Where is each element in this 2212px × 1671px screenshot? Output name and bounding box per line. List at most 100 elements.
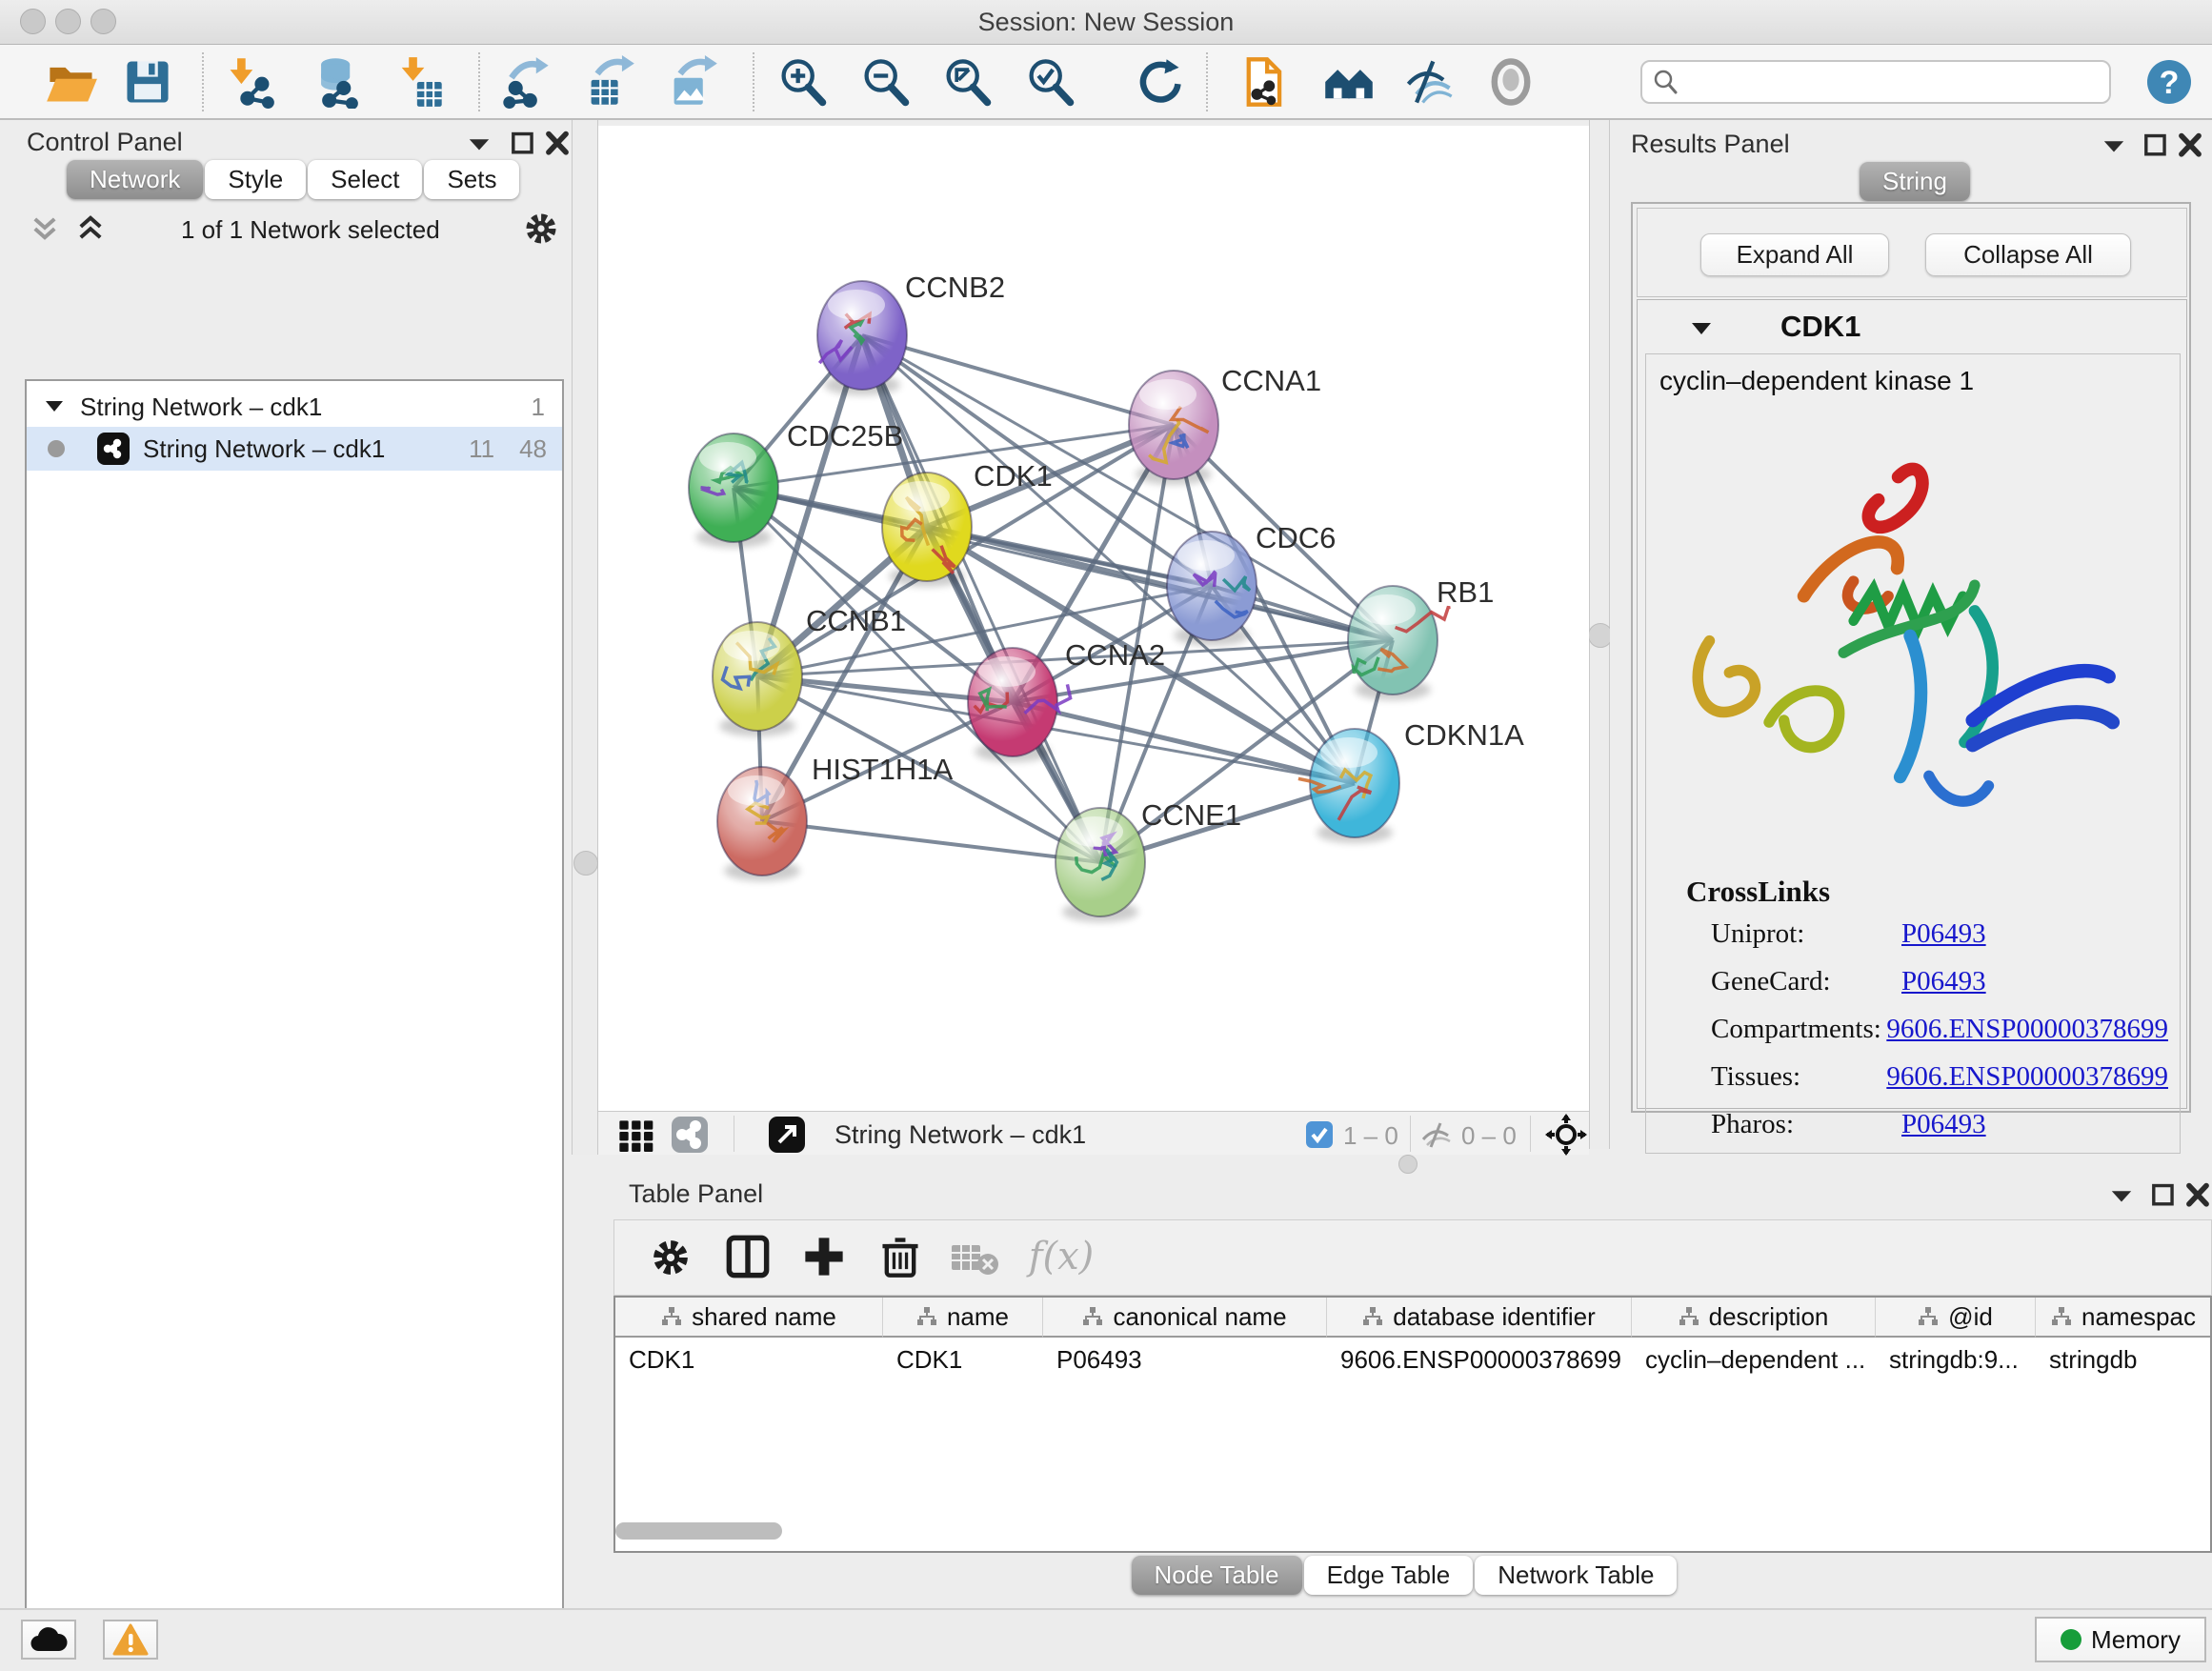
crosslink-value-link[interactable]: P06493 xyxy=(1901,1109,1986,1140)
table-cell[interactable]: stringdb:9... xyxy=(1876,1339,2036,1379)
tab-string[interactable]: String xyxy=(1860,162,1970,201)
float-panel-icon[interactable] xyxy=(2140,131,2172,160)
edge-HIST1H1A-CCNE1[interactable] xyxy=(762,821,1100,862)
window-title: Session: New Session xyxy=(0,8,2212,37)
table-horizontal-scrollbar[interactable] xyxy=(615,1522,782,1540)
tab-select[interactable]: Select xyxy=(308,160,422,199)
collapse-all-button[interactable]: Collapse All xyxy=(1925,233,2131,276)
import-network-database-button[interactable] xyxy=(305,54,362,110)
left-splitter-grip[interactable] xyxy=(573,851,598,876)
zoom-fit-button[interactable] xyxy=(938,54,995,110)
column-header-namespac[interactable]: namespac xyxy=(2036,1298,2212,1338)
tab-network-table[interactable]: Network Table xyxy=(1475,1556,1677,1595)
fit-content-crosshair-icon[interactable] xyxy=(1545,1114,1587,1156)
cloud-status-button[interactable] xyxy=(21,1620,76,1660)
crosslink-value-link[interactable]: P06493 xyxy=(1901,966,1986,997)
export-network-button[interactable] xyxy=(497,54,554,110)
table-cell[interactable]: stringdb xyxy=(2036,1339,2212,1379)
column-header--id[interactable]: @id xyxy=(1876,1298,2036,1338)
memory-button[interactable]: Memory xyxy=(2035,1617,2206,1662)
hidden-eye-icon[interactable] xyxy=(1419,1120,1454,1154)
tab-edge-table[interactable]: Edge Table xyxy=(1304,1556,1474,1595)
export-image-button[interactable] xyxy=(664,54,721,110)
refresh-view-button[interactable] xyxy=(1130,54,1187,110)
selected-checkbox[interactable] xyxy=(1305,1120,1334,1154)
open-session-button[interactable] xyxy=(43,54,100,110)
node-CCNA1[interactable] xyxy=(1129,371,1218,485)
column-header-shared-name[interactable]: shared name xyxy=(615,1298,883,1338)
table-cell[interactable]: 9606.ENSP00000378699 xyxy=(1327,1339,1632,1379)
protein-collapse-icon[interactable] xyxy=(1687,315,1716,342)
column-header-name[interactable]: name xyxy=(883,1298,1043,1338)
float-panel-icon[interactable] xyxy=(2147,1181,2180,1210)
float-panel-menu-icon[interactable] xyxy=(2105,1181,2138,1210)
collapse-all-networks-icon[interactable] xyxy=(29,211,61,240)
column-header-description[interactable]: description xyxy=(1632,1298,1876,1338)
network-graph[interactable]: CCNB2CCNA1CDC25BCDK1CDC6RB1CCNB1CCNA2HIS… xyxy=(598,126,1589,1111)
node-CCNB2[interactable] xyxy=(817,281,907,395)
node-table[interactable]: shared namenamecanonical namedatabase id… xyxy=(613,1296,2212,1553)
left-splitter[interactable] xyxy=(572,120,598,1155)
right-splitter[interactable] xyxy=(1589,120,1610,1149)
table-cell[interactable]: CDK1 xyxy=(883,1339,1043,1379)
close-panel-icon[interactable] xyxy=(2182,1181,2212,1210)
crosslink-value-link[interactable]: 9606.ENSP00000378699 xyxy=(1886,1014,2168,1045)
help-button[interactable]: ? xyxy=(2143,54,2195,110)
table-cell[interactable]: CDK1 xyxy=(615,1339,883,1379)
tab-style[interactable]: Style xyxy=(205,160,306,199)
table-panel: Table Panel f(x) shared namenamecanonica… xyxy=(598,1174,2212,1608)
export-table-button[interactable] xyxy=(581,54,638,110)
crosslink-value-link[interactable]: P06493 xyxy=(1901,918,1986,950)
node-CDC25B[interactable] xyxy=(689,433,778,548)
show-columns-icon[interactable] xyxy=(725,1234,771,1279)
tab-sets[interactable]: Sets xyxy=(424,160,519,199)
crosslink-value-link[interactable]: 9606.ENSP00000378699 xyxy=(1886,1061,2168,1093)
zoom-in-button[interactable] xyxy=(774,54,831,110)
network-canvas[interactable]: CCNB2CCNA1CDC25BCDK1CDC6RB1CCNB1CCNA2HIS… xyxy=(598,126,1589,1111)
float-panel-icon[interactable] xyxy=(507,130,539,158)
tab-network[interactable]: Network xyxy=(67,160,203,199)
node-CCNA2[interactable] xyxy=(968,648,1071,762)
import-table-button[interactable] xyxy=(391,54,448,110)
search-input[interactable] xyxy=(1680,68,2100,96)
network-row-selected[interactable]: String Network – cdk1 11 48 xyxy=(27,427,562,471)
create-column-plus-icon[interactable] xyxy=(801,1234,847,1279)
close-panel-icon[interactable] xyxy=(541,130,573,158)
edge-CCNB2-CCNA1[interactable] xyxy=(862,335,1174,425)
warnings-button[interactable] xyxy=(103,1620,158,1660)
home-panes-button[interactable] xyxy=(1320,54,1377,110)
function-builder-icon[interactable]: f(x) xyxy=(1018,1230,1104,1283)
delete-table-icon[interactable] xyxy=(950,1239,999,1278)
string-view-icon[interactable] xyxy=(671,1116,709,1154)
node-CCNB1[interactable] xyxy=(713,622,802,736)
save-session-button[interactable] xyxy=(119,54,176,110)
network-collection-row[interactable]: String Network – cdk1 1 xyxy=(27,385,562,429)
grid-view-icon[interactable] xyxy=(617,1118,657,1151)
node-HIST1H1A[interactable] xyxy=(717,767,807,881)
table-options-gear-icon[interactable] xyxy=(649,1236,693,1279)
node-CCNE1[interactable] xyxy=(1056,808,1145,922)
import-string-network-button[interactable] xyxy=(1237,54,1294,110)
column-header-database-identifier[interactable]: database identifier xyxy=(1327,1298,1632,1338)
import-network-file-button[interactable] xyxy=(221,54,278,110)
show-graphics-button[interactable] xyxy=(1482,54,1539,110)
expand-all-networks-icon[interactable] xyxy=(74,211,107,240)
birds-eye-view-icon[interactable] xyxy=(768,1116,806,1154)
expand-all-button[interactable]: Expand All xyxy=(1700,233,1889,276)
zoom-selected-button[interactable] xyxy=(1021,54,1078,110)
network-options-gear-icon[interactable] xyxy=(522,210,560,248)
node-RB1[interactable] xyxy=(1348,586,1449,700)
table-cell[interactable]: P06493 xyxy=(1043,1339,1327,1379)
delete-column-trash-icon[interactable] xyxy=(877,1234,923,1279)
tab-node-table[interactable]: Node Table xyxy=(1132,1556,1302,1595)
table-cell[interactable]: cyclin–dependent ... xyxy=(1632,1339,1876,1379)
float-panel-menu-icon[interactable] xyxy=(2098,131,2130,160)
close-panel-icon[interactable] xyxy=(2174,131,2206,160)
column-header-canonical-name[interactable]: canonical name xyxy=(1043,1298,1327,1338)
collection-expand-icon[interactable] xyxy=(40,395,69,418)
protein-structure-image[interactable] xyxy=(1675,421,2142,831)
zoom-out-button[interactable] xyxy=(856,54,914,110)
horizontal-splitter-grip[interactable] xyxy=(1398,1155,1418,1174)
float-panel-menu-icon[interactable] xyxy=(463,130,495,158)
hide-edges-button[interactable] xyxy=(1400,54,1458,110)
